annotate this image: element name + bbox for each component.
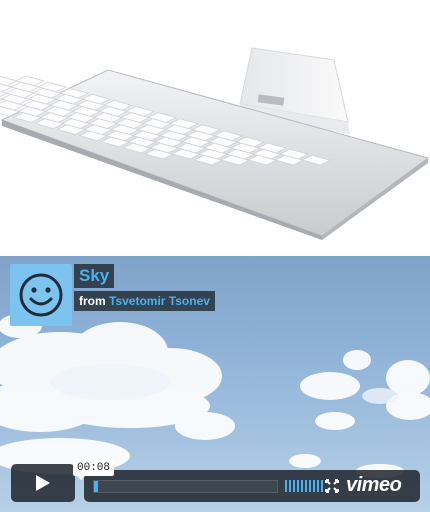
volume-bar (305, 480, 307, 492)
video-title[interactable]: Sky (74, 264, 115, 288)
volume-control[interactable] (285, 480, 323, 492)
volume-bar (301, 480, 303, 492)
fullscreen-icon[interactable] (325, 479, 339, 493)
keyboard-dock-illustration (0, 47, 430, 240)
progress-fill (94, 481, 98, 492)
keyboard-dock-image (0, 0, 430, 256)
volume-bar (293, 480, 295, 492)
volume-bar (317, 480, 319, 492)
volume-bar (313, 480, 315, 492)
volume-bar (285, 480, 287, 492)
author-avatar[interactable] (10, 264, 72, 326)
volume-bar (289, 480, 291, 492)
keyboard-key (0, 75, 19, 87)
play-button[interactable] (11, 464, 75, 502)
volume-bar (309, 480, 311, 492)
author-link[interactable]: Tsvetomir Tsonev (109, 294, 210, 308)
vimeo-logo[interactable]: vimeo (346, 474, 402, 497)
play-icon (36, 475, 50, 491)
timecode-tooltip: 00:08 (73, 460, 115, 480)
smiley-face-icon (19, 273, 63, 317)
volume-bar (321, 480, 323, 492)
video-byline: from Tsvetomir Tsonev (74, 291, 215, 311)
volume-bar (297, 480, 299, 492)
progress-bar[interactable] (93, 480, 278, 493)
byline-prefix: from (79, 294, 106, 308)
